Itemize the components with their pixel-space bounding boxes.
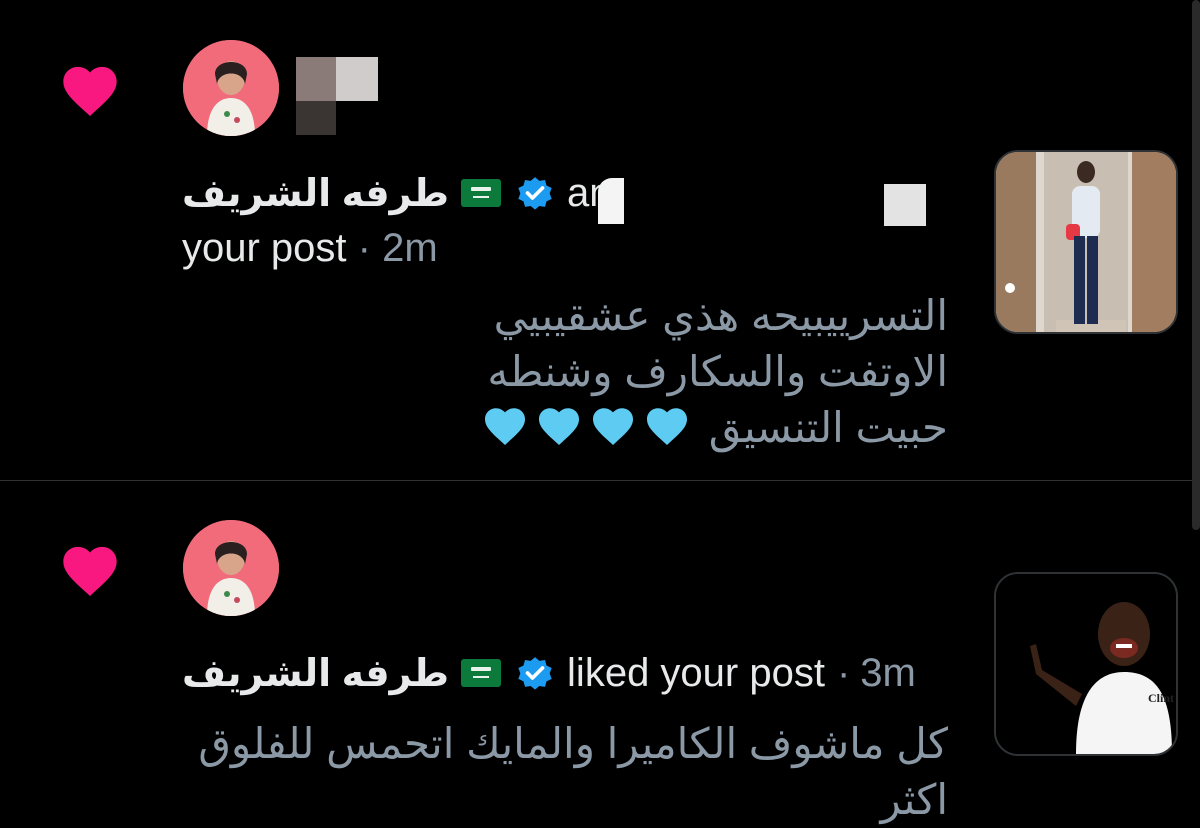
post-thumbnail-image xyxy=(996,152,1176,332)
post-text-line: التسرييبيحه هذي عشقيبيي xyxy=(493,292,948,339)
verified-badge-icon xyxy=(518,657,552,690)
notification-header: طرفه الشريف an xyxy=(182,168,612,218)
post-text[interactable]: التسرييبيحه هذي عشقيبيي الاوتفت والسكارف… xyxy=(428,288,948,460)
redaction-block xyxy=(598,178,624,224)
separator: · xyxy=(357,226,371,270)
notification-item[interactable]: طرفه الشريف liked your post · 3m كل ماشو… xyxy=(0,482,1200,823)
post-text-line: كل ماشوف الكاميرا والمايك اتحمس للفلوق xyxy=(198,720,948,767)
post-thumbnail[interactable]: Clint xyxy=(994,572,1178,756)
post-text-line-with-emoji: حبيت التنسيق xyxy=(428,400,948,460)
post-text[interactable]: كل ماشوف الكاميرا والمايك اتحمس للفلوق ا… xyxy=(168,716,948,828)
blue-heart-icon xyxy=(539,408,580,445)
heart-icon xyxy=(63,66,117,116)
saudi-flag-icon xyxy=(461,179,502,207)
avatar[interactable] xyxy=(183,40,279,136)
notification-item[interactable]: طرفه الشريف an your post · 2m التسرييبيح… xyxy=(0,0,1200,480)
post-thumbnail-image: Clint xyxy=(996,574,1176,754)
redaction-block xyxy=(336,57,378,101)
timestamp: 2m xyxy=(382,226,438,270)
saudi-flag-icon xyxy=(461,659,502,687)
notification-header: طرفه الشريف liked your post · 3m xyxy=(182,648,916,698)
heart-icon xyxy=(63,546,117,596)
avatar-image xyxy=(183,40,279,136)
notification-subline: your post · 2m xyxy=(182,226,438,271)
post-text-line: الاوتفت والسكارف وشنطه xyxy=(487,348,948,395)
action-text: your post xyxy=(182,226,347,270)
divider xyxy=(0,480,1200,481)
blue-heart-icon xyxy=(593,408,634,445)
redaction-block xyxy=(884,184,926,226)
svg-text:Clint: Clint xyxy=(1148,691,1174,705)
avatar-image xyxy=(183,520,279,616)
author-name[interactable]: طرفه الشريف xyxy=(182,651,449,696)
blue-hearts-emoji xyxy=(481,402,697,460)
post-text-line: اكثر xyxy=(880,776,948,823)
scrollbar[interactable] xyxy=(1192,0,1200,530)
action-text: liked your post xyxy=(567,650,825,695)
blue-heart-icon xyxy=(485,408,526,445)
redaction-block xyxy=(296,57,336,101)
timestamp: 3m xyxy=(860,650,916,695)
redaction-block xyxy=(296,101,336,135)
blue-heart-icon xyxy=(647,408,688,445)
post-text-line: حبيت التنسيق xyxy=(708,404,948,451)
avatar[interactable] xyxy=(183,520,279,616)
verified-badge-icon xyxy=(518,177,552,210)
author-name[interactable]: طرفه الشريف xyxy=(182,171,449,216)
post-thumbnail[interactable] xyxy=(994,150,1178,334)
separator: · xyxy=(836,650,851,695)
